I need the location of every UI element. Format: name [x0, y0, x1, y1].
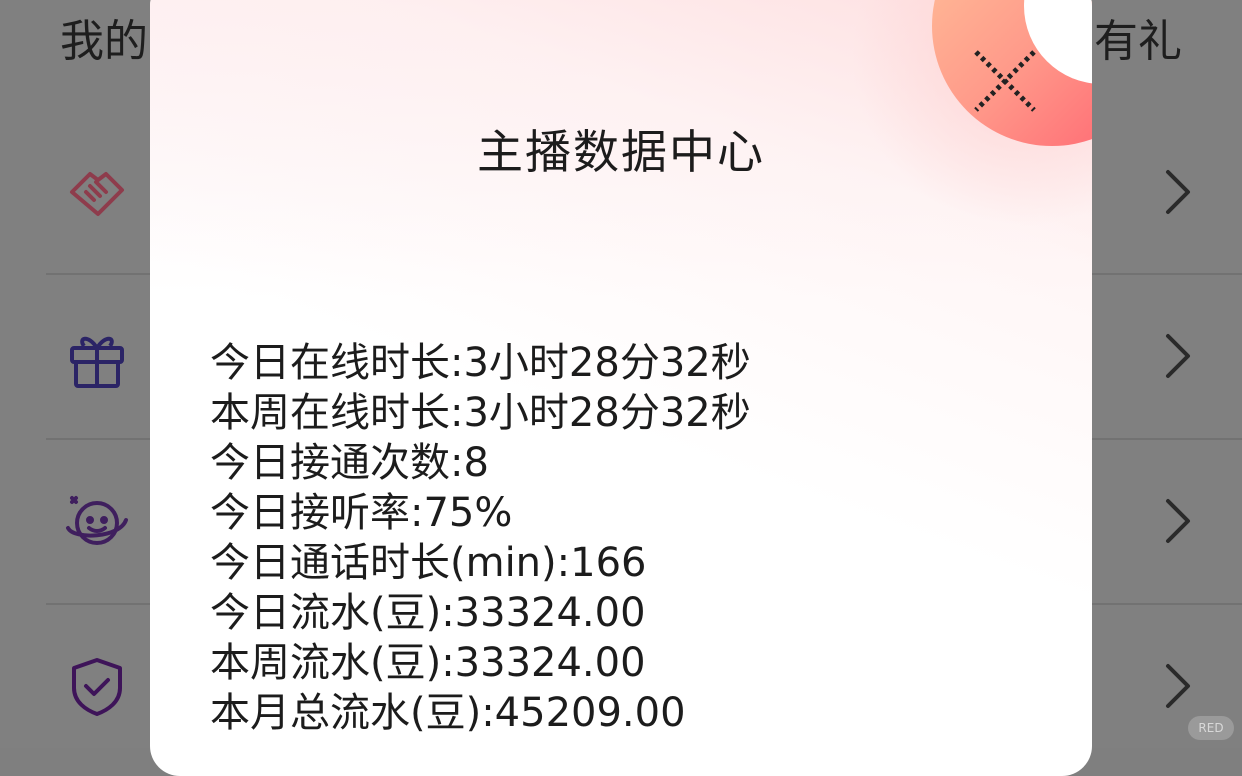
- stat-today-answer-rate: 今日接听率:75%: [210, 490, 513, 536]
- decorative-ring: [852, 0, 1092, 226]
- page-title-right: 有礼: [1094, 16, 1182, 67]
- stat-today-revenue: 今日流水(豆):33324.00: [210, 590, 646, 636]
- watermark-logo: RED: [1188, 716, 1234, 740]
- close-icon[interactable]: [970, 46, 1040, 116]
- stat-today-online-duration: 今日在线时长:3小时28分32秒: [210, 340, 751, 386]
- dialog-title: 主播数据中心: [477, 125, 765, 179]
- gift-icon: [70, 336, 124, 388]
- stat-week-online-duration: 本周在线时长:3小时28分32秒: [210, 390, 751, 436]
- smiley-planet-icon: [66, 496, 128, 545]
- chevron-right-icon[interactable]: [1160, 660, 1196, 712]
- chevron-right-icon[interactable]: [1160, 330, 1196, 382]
- stat-week-revenue: 本周流水(豆):33324.00: [210, 640, 646, 686]
- stat-today-call-duration: 今日通话时长(min):166: [210, 540, 647, 586]
- chevron-right-icon[interactable]: [1160, 166, 1196, 218]
- data-center-dialog: 主播数据中心 今日在线时长:3小时28分32秒 本周在线时长:3小时28分32秒…: [150, 0, 1092, 776]
- chevron-right-icon[interactable]: [1160, 495, 1196, 547]
- page-title: 我的: [60, 16, 148, 67]
- stat-today-connections: 今日接通次数:8: [210, 440, 489, 486]
- handshake-icon: [70, 172, 124, 216]
- shield-check-icon: [72, 658, 122, 716]
- stats-list: 今日在线时长:3小时28分32秒 本周在线时长:3小时28分32秒 今日接通次数…: [210, 338, 751, 738]
- stat-month-total-revenue: 本月总流水(豆):45209.00: [210, 690, 686, 736]
